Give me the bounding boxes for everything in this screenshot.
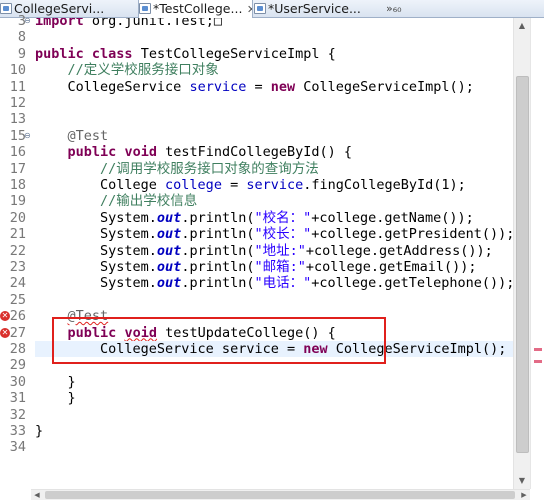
tab-label: CollegeServi...: [14, 1, 105, 16]
code-line[interactable]: import org.junit.Test;□: [35, 18, 513, 29]
line-number: 25: [9, 291, 26, 308]
line-number: 23: [9, 259, 26, 275]
code-line[interactable]: CollegeService service = new CollegeServ…: [35, 341, 513, 358]
line-number: 28: [9, 341, 26, 357]
line-number: 11: [9, 78, 26, 95]
line-number: 31: [9, 390, 26, 407]
error-marker[interactable]: [534, 348, 542, 351]
line-number: 24: [9, 275, 26, 292]
scroll-left-icon[interactable]: ◀: [31, 490, 43, 500]
overview-ruler[interactable]: [530, 18, 544, 489]
line-number: 22: [9, 242, 26, 259]
code-line[interactable]: College college = service.fingCollegeByI…: [35, 177, 513, 193]
code-line[interactable]: [35, 439, 513, 455]
code-line[interactable]: System.out.println("电话："+college.getTele…: [35, 275, 513, 291]
line-number: 13: [9, 111, 26, 128]
fold-toggle-icon[interactable]: ⊖: [24, 16, 31, 25]
line-number: 33: [9, 423, 26, 439]
tab-overflow-button[interactable]: »₆₀: [386, 0, 402, 18]
line-number: 16: [9, 144, 26, 161]
java-file-icon: [139, 3, 151, 14]
code-line[interactable]: [35, 357, 513, 373]
editor-tab-bar: CollegeServi... *TestCollege...✕ *UserSe…: [0, 0, 544, 19]
code-line[interactable]: [35, 111, 513, 127]
vertical-scroll-thumb[interactable]: [516, 76, 529, 453]
line-number: 20: [9, 209, 26, 226]
scroll-up-icon[interactable]: ▲: [514, 18, 530, 34]
code-line[interactable]: }: [35, 390, 513, 406]
code-line[interactable]: public void testUpdateCollege() {: [35, 325, 513, 341]
scroll-down-icon[interactable]: ▼: [514, 473, 530, 489]
code-line[interactable]: System.out.println("地址:"+college.getAddr…: [35, 243, 513, 259]
line-number: 3: [17, 13, 26, 29]
code-line[interactable]: @Test: [35, 308, 513, 324]
code-line[interactable]: [35, 407, 513, 423]
code-line[interactable]: @Test: [35, 128, 513, 144]
vertical-scrollbar[interactable]: ▲ ▼: [513, 18, 530, 489]
tab-test-college-service[interactable]: *TestCollege...✕: [138, 0, 253, 19]
code-line[interactable]: //定义学校服务接口对象: [35, 62, 513, 78]
tab-user-service[interactable]: *UserService...: [254, 0, 384, 18]
line-number: 32: [9, 406, 26, 423]
close-icon[interactable]: ✕: [245, 1, 252, 18]
line-number: 30: [9, 373, 26, 390]
scroll-right-icon[interactable]: ▶: [518, 490, 530, 500]
line-number: 34: [9, 439, 26, 456]
code-line[interactable]: CollegeService service = new CollegeServ…: [35, 79, 513, 95]
code-line[interactable]: System.out.println("邮箱:"+college.getEmai…: [35, 259, 513, 275]
fold-toggle-icon[interactable]: ⊖: [24, 131, 31, 140]
line-number: 15: [9, 127, 26, 144]
code-line[interactable]: [35, 95, 513, 111]
code-line[interactable]: [35, 29, 513, 45]
line-number: 10: [9, 62, 26, 79]
code-line[interactable]: public class TestCollegeServiceImpl {: [35, 46, 513, 62]
code-line[interactable]: //调用学校服务接口对象的查询方法: [35, 161, 513, 177]
tab-label: *TestCollege...: [153, 1, 243, 16]
error-marker[interactable]: [534, 360, 542, 363]
line-number: 21: [9, 226, 26, 243]
code-line[interactable]: System.out.println("校长："+college.getPres…: [35, 226, 513, 242]
error-icon[interactable]: ✕: [0, 327, 10, 338]
tab-label: *UserService...: [268, 1, 361, 16]
code-line[interactable]: System.out.println("校名："+college.getName…: [35, 210, 513, 226]
code-line[interactable]: }: [35, 374, 513, 390]
java-file-icon: [254, 3, 266, 14]
code-line[interactable]: //输出学校信息: [35, 193, 513, 209]
code-editor[interactable]: 3 ⊖ 8 9 10 11 12 13 15 ⊖ 16 17 18 19 20 21 22 23 24 25 26 ✕ 27…: [0, 13, 544, 500]
code-area[interactable]: import org.junit.Test;□ public class Test…: [35, 18, 513, 489]
line-number: 18: [9, 177, 26, 193]
line-number-gutter: 3 ⊖ 8 9 10 11 12 13 15 ⊖ 16 17 18 19 20 21 22 23 24 25 26 ✕ 27…: [0, 13, 31, 489]
code-line[interactable]: [35, 292, 513, 308]
line-number: 29: [9, 357, 26, 374]
line-number: 9: [17, 45, 26, 62]
code-line[interactable]: }: [35, 423, 513, 439]
horizontal-scrollbar[interactable]: ◀ ▶: [31, 489, 530, 500]
line-number: 12: [9, 95, 26, 111]
line-number: 8: [17, 29, 26, 46]
line-number: 19: [9, 193, 26, 210]
code-line[interactable]: public void testFindCollegeById() {: [35, 144, 513, 160]
horizontal-scroll-thumb[interactable]: [45, 491, 515, 499]
line-number: 17: [9, 160, 26, 177]
